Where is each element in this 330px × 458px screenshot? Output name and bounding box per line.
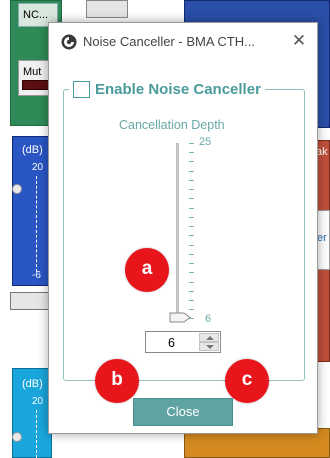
background-button[interactable]: [86, 0, 128, 18]
depth-spin-box[interactable]: 6: [145, 331, 221, 353]
spin-up-icon[interactable]: [199, 333, 219, 342]
fader-ticks: [36, 176, 39, 272]
enable-noise-canceller-checkbox[interactable]: [73, 80, 90, 98]
cancellation-depth-label: Cancellation Depth: [119, 118, 225, 132]
fader-bottom-value: -6: [32, 270, 41, 281]
spin-down-icon[interactable]: [199, 342, 219, 351]
red-panel-field-text: er: [317, 232, 327, 244]
annotation-marker-c: c: [225, 359, 269, 403]
depth-slider-ticks: [189, 143, 195, 319]
depth-slider-track[interactable]: [176, 143, 179, 319]
cyan-fader-top-value: 20: [32, 396, 44, 407]
cyan-fader-unit-label: (dB): [22, 378, 43, 390]
depth-spin-buttons: [199, 333, 219, 351]
enable-noise-canceller-label[interactable]: Enable Noise Canceller: [95, 81, 261, 98]
mute-indicator: [22, 80, 50, 90]
dialog-titlebar[interactable]: Noise Canceller - BMA CTH... ✕: [49, 23, 317, 61]
cyan-fader-ticks: [36, 410, 39, 458]
dialog-title: Noise Canceller - BMA CTH...: [83, 34, 255, 49]
depth-slider-thumb[interactable]: [169, 312, 191, 323]
depth-slider-min-label: 6: [205, 313, 212, 325]
depth-slider-max-label: 25: [199, 136, 212, 148]
close-icon[interactable]: ✕: [289, 31, 309, 51]
enable-noise-canceller-row[interactable]: Enable Noise Canceller: [69, 78, 265, 100]
depth-spin-value[interactable]: 6: [168, 336, 175, 350]
annotation-marker-b: b: [95, 359, 139, 403]
fader-unit-label: (dB): [22, 144, 43, 156]
fader-top-value: 20: [32, 162, 44, 173]
background-spin-box[interactable]: [10, 292, 50, 310]
close-button[interactable]: Close: [133, 398, 233, 426]
annotation-marker-a: a: [125, 248, 169, 292]
cyan-fader-thumb[interactable]: [12, 432, 22, 442]
fader-thumb[interactable]: [12, 184, 22, 194]
noise-canceller-dialog: Noise Canceller - BMA CTH... ✕ Enable No…: [48, 22, 318, 434]
app-logo-icon: [61, 34, 77, 50]
